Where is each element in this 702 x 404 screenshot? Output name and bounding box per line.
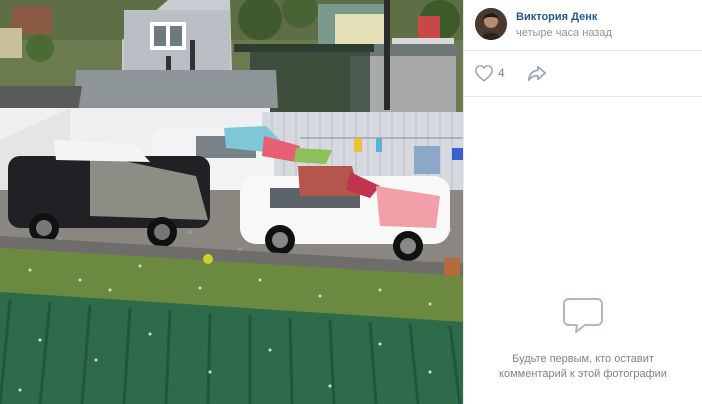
hail-scene-photo (0, 0, 463, 404)
like-count: 4 (498, 66, 505, 80)
author-name[interactable]: Виктория Денк (516, 11, 597, 23)
empty-comments: Будьте первым, кто оставит комментарий к… (464, 296, 702, 382)
empty-comments-line1: Будьте первым, кто оставит (512, 353, 654, 365)
actions-row: 4 (464, 51, 702, 95)
like-button[interactable]: 4 (474, 63, 505, 83)
share-button[interactable] (526, 63, 548, 83)
empty-comments-text: Будьте первым, кто оставит комментарий к… (464, 352, 702, 382)
heart-icon (475, 65, 493, 82)
empty-comments-line2: комментарий к этой фотографии (499, 368, 667, 380)
comment-bubble-icon (563, 298, 603, 333)
author-row: Виктория Денк четыре часа назад (464, 0, 702, 50)
share-icon (528, 65, 547, 82)
post-time[interactable]: четыре часа назад (516, 27, 612, 39)
photo-viewer[interactable] (0, 0, 463, 404)
divider (464, 96, 702, 97)
avatar[interactable] (475, 8, 507, 40)
side-panel: Виктория Денк четыре часа назад 4 Будьте… (464, 0, 702, 404)
